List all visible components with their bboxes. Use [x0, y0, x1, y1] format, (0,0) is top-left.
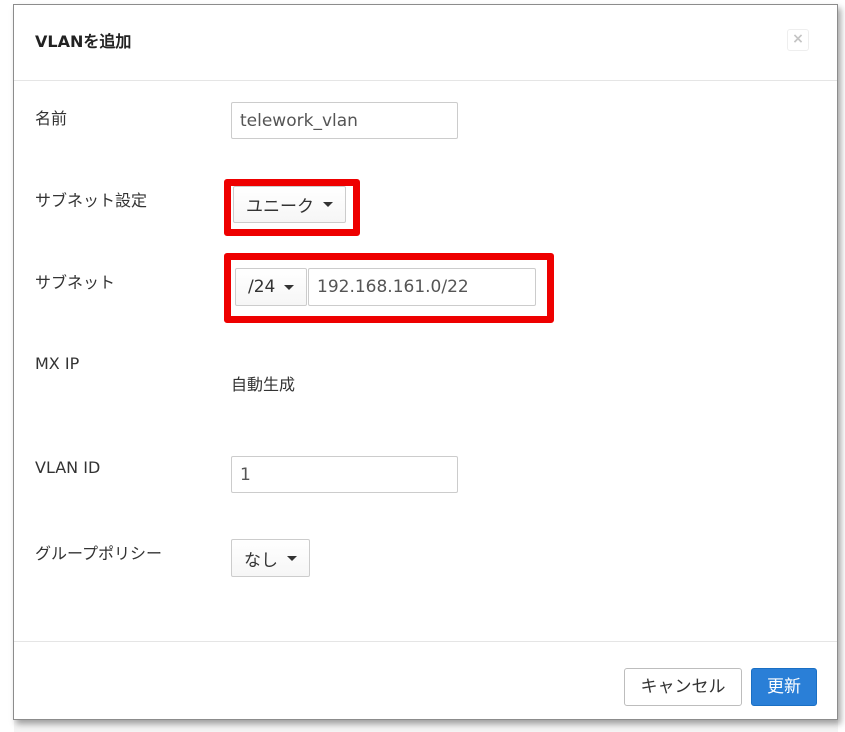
mx-ip-label: MX IP: [35, 354, 80, 373]
group-policy-label: グループポリシー: [35, 544, 163, 563]
chevron-down-icon: [323, 202, 333, 207]
close-button[interactable]: ×: [787, 29, 809, 51]
mx-ip-value: 自動生成: [231, 375, 296, 394]
cancel-button[interactable]: キャンセル: [624, 668, 742, 706]
group-policy-value: なし: [244, 550, 278, 571]
update-button[interactable]: 更新: [751, 668, 817, 706]
subnet-label: サブネット: [35, 273, 116, 292]
subnet-setting-label: サブネット設定: [35, 191, 148, 210]
subnet-setting-dropdown[interactable]: ユニーク: [233, 186, 346, 223]
vlan-id-label: VLAN ID: [35, 458, 101, 477]
group-policy-dropdown[interactable]: なし: [231, 539, 310, 577]
dialog-header: VLANを追加 ×: [14, 5, 837, 81]
dialog-footer: キャンセル 更新: [14, 641, 837, 721]
add-vlan-dialog: VLANを追加 × 名前 サブネット設定 ユニーク サブネット /24 MX I…: [13, 4, 838, 720]
chevron-down-icon: [287, 555, 297, 561]
dialog-title: VLANを追加: [35, 32, 132, 51]
name-label: 名前: [35, 109, 68, 128]
subnet-prefix-dropdown[interactable]: /24: [235, 268, 308, 306]
vlan-id-input[interactable]: [231, 456, 458, 493]
subnet-input[interactable]: [308, 268, 536, 306]
subnet-prefix-value: /24: [248, 277, 276, 297]
subnet-setting-value: ユニーク: [246, 197, 314, 217]
name-input[interactable]: [231, 102, 458, 139]
close-icon: ×: [792, 31, 804, 47]
chevron-down-icon: [284, 284, 295, 290]
